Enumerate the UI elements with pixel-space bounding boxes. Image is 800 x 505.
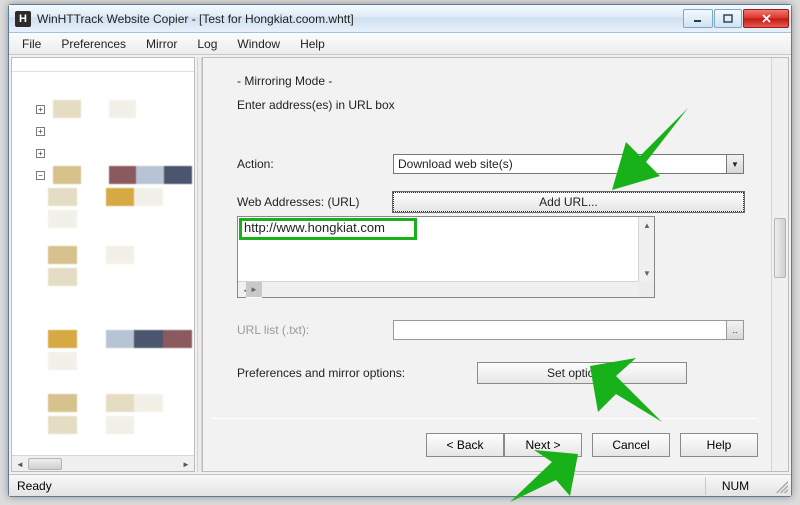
window-controls xyxy=(682,9,789,28)
tree-row[interactable] xyxy=(44,208,192,230)
tree-view[interactable]: + + + − xyxy=(12,72,194,455)
main-vscrollbar[interactable] xyxy=(771,58,788,471)
tree-header xyxy=(12,58,194,72)
textarea-hscrollbar[interactable]: ◄ ► xyxy=(238,281,654,297)
help-button-label: Help xyxy=(707,438,732,452)
tree-row[interactable] xyxy=(44,328,192,350)
menu-mirror[interactable]: Mirror xyxy=(137,35,186,53)
app-icon: H xyxy=(15,11,31,27)
url-textarea-value: http://www.hongkiat.com xyxy=(241,219,388,236)
tree-row[interactable] xyxy=(44,306,192,328)
set-options-button-label: Set options... xyxy=(547,366,617,380)
collapse-icon[interactable]: − xyxy=(36,171,45,180)
cancel-button-label: Cancel xyxy=(612,438,649,452)
tree-row[interactable] xyxy=(44,244,192,266)
statusbar: Ready NUM xyxy=(9,474,791,496)
back-button[interactable]: < Back xyxy=(426,433,504,457)
action-dropdown-value: Download web site(s) xyxy=(398,157,513,171)
tree-row[interactable] xyxy=(44,414,192,436)
url-list-file-input[interactable]: .. xyxy=(393,320,744,340)
browse-button[interactable]: .. xyxy=(726,321,743,339)
status-ready: Ready xyxy=(13,479,705,493)
tree-row[interactable]: + xyxy=(18,120,192,142)
action-dropdown[interactable]: Download web site(s) ▼ xyxy=(393,154,744,174)
status-num: NUM xyxy=(705,477,765,495)
sidebar-panel: + + + − xyxy=(11,57,195,472)
mirroring-mode-label: - Mirroring Mode - xyxy=(237,74,744,88)
tree-row[interactable] xyxy=(18,76,192,98)
tree-row[interactable] xyxy=(44,350,192,372)
cancel-button[interactable]: Cancel xyxy=(592,433,670,457)
tree-row[interactable] xyxy=(44,266,192,288)
minimize-button[interactable] xyxy=(683,9,713,28)
menubar: File Preferences Mirror Log Window Help xyxy=(9,33,791,55)
expand-icon[interactable]: + xyxy=(36,127,45,136)
tree-row[interactable]: − xyxy=(18,164,192,186)
separator xyxy=(211,418,758,419)
maximize-button[interactable] xyxy=(714,9,742,28)
scroll-thumb[interactable] xyxy=(28,458,62,470)
scroll-down-icon[interactable]: ▼ xyxy=(639,265,655,281)
menu-window[interactable]: Window xyxy=(228,35,289,53)
titlebar: H WinHTTrack Website Copier - [Test for … xyxy=(9,5,791,33)
app-window: H WinHTTrack Website Copier - [Test for … xyxy=(8,4,792,497)
scroll-thumb[interactable] xyxy=(774,218,786,278)
next-button-label: Next > xyxy=(525,438,560,452)
main-panel: - Mirroring Mode - Enter address(es) in … xyxy=(202,57,789,472)
window-title: WinHTTrack Website Copier - [Test for Ho… xyxy=(37,12,682,26)
tree-row[interactable]: + xyxy=(18,142,192,164)
scroll-right-icon[interactable]: ► xyxy=(246,282,262,298)
scroll-left-icon[interactable]: ◄ xyxy=(12,456,28,472)
body-area: + + + − xyxy=(9,55,791,474)
add-url-button-label: Add URL... xyxy=(539,195,598,209)
expand-icon[interactable]: + xyxy=(36,105,45,114)
menu-help[interactable]: Help xyxy=(291,35,334,53)
web-addresses-label: Web Addresses: (URL) xyxy=(237,195,393,209)
tree-row[interactable]: + xyxy=(18,98,192,120)
url-list-label: URL list (.txt): xyxy=(237,323,393,337)
next-button[interactable]: Next > xyxy=(504,433,582,457)
sidebar-hscrollbar[interactable]: ◄ ► xyxy=(12,455,194,471)
help-button[interactable]: Help xyxy=(680,433,758,457)
menu-file[interactable]: File xyxy=(13,35,50,53)
scroll-up-icon[interactable]: ▲ xyxy=(639,217,655,233)
preferences-label: Preferences and mirror options: xyxy=(237,366,477,380)
set-options-button[interactable]: Set options... xyxy=(477,362,687,384)
wizard-buttons: < Back Next > Cancel Help xyxy=(426,433,758,457)
textarea-vscrollbar[interactable]: ▲ ▼ xyxy=(638,217,654,281)
resize-grip-icon[interactable] xyxy=(776,481,788,493)
add-url-button[interactable]: Add URL... xyxy=(393,192,744,212)
close-button[interactable] xyxy=(743,9,789,28)
tree-row[interactable] xyxy=(44,186,192,208)
scroll-right-icon[interactable]: ► xyxy=(178,456,194,472)
tree-row[interactable] xyxy=(44,392,192,414)
menu-log[interactable]: Log xyxy=(188,35,226,53)
expand-icon[interactable]: + xyxy=(36,149,45,158)
menu-preferences[interactable]: Preferences xyxy=(52,35,135,53)
scroll-corner xyxy=(638,281,654,297)
chevron-down-icon[interactable]: ▼ xyxy=(726,155,743,173)
action-label: Action: xyxy=(237,157,393,171)
back-button-label: < Back xyxy=(446,438,483,452)
url-textarea[interactable]: http://www.hongkiat.com ▲ ▼ ◄ ► xyxy=(237,216,655,298)
wizard-form: - Mirroring Mode - Enter address(es) in … xyxy=(237,74,744,384)
enter-addresses-label: Enter address(es) in URL box xyxy=(237,98,744,112)
